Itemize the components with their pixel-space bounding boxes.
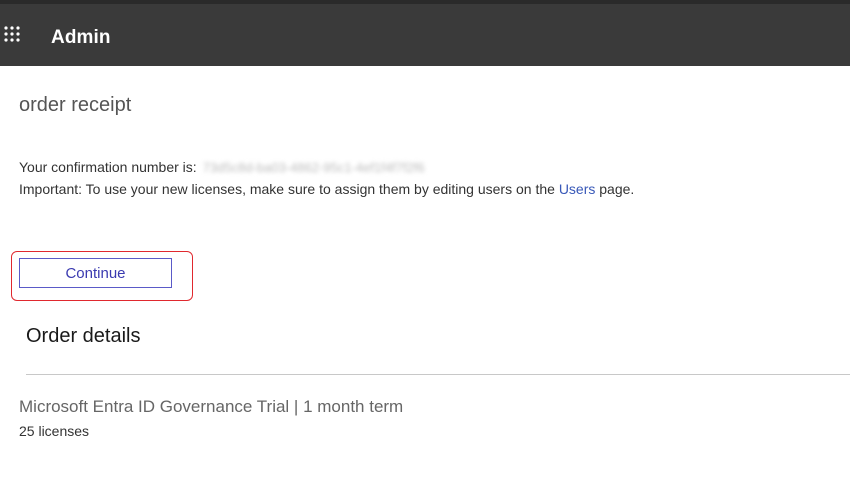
confirmation-number: 73d5c8d-ba03-4862-95c1-4ef1f4f7f2f6	[202, 160, 425, 175]
confirmation-label: Your confirmation number is:	[19, 159, 197, 175]
confirmation-line: Your confirmation number is: 73d5c8d-ba03…	[19, 159, 425, 175]
page-title: order receipt	[19, 94, 132, 116]
continue-button[interactable]: Continue	[19, 258, 172, 288]
users-page-link[interactable]: Users	[559, 181, 596, 197]
top-navigation-bar: Admin	[0, 0, 850, 66]
order-details-title: Order details	[26, 325, 141, 347]
product-name: Microsoft Entra ID Governance Trial | 1 …	[19, 397, 404, 416]
license-count: 25 licenses	[19, 423, 90, 439]
section-divider	[26, 374, 850, 375]
important-suffix: page.	[599, 181, 635, 197]
app-title[interactable]: Admin	[51, 27, 111, 49]
important-notice: Important: To use your new licenses, mak…	[19, 181, 634, 197]
app-launcher-icon[interactable]	[3, 25, 21, 43]
important-text: Important: To use your new licenses, mak…	[19, 181, 555, 197]
